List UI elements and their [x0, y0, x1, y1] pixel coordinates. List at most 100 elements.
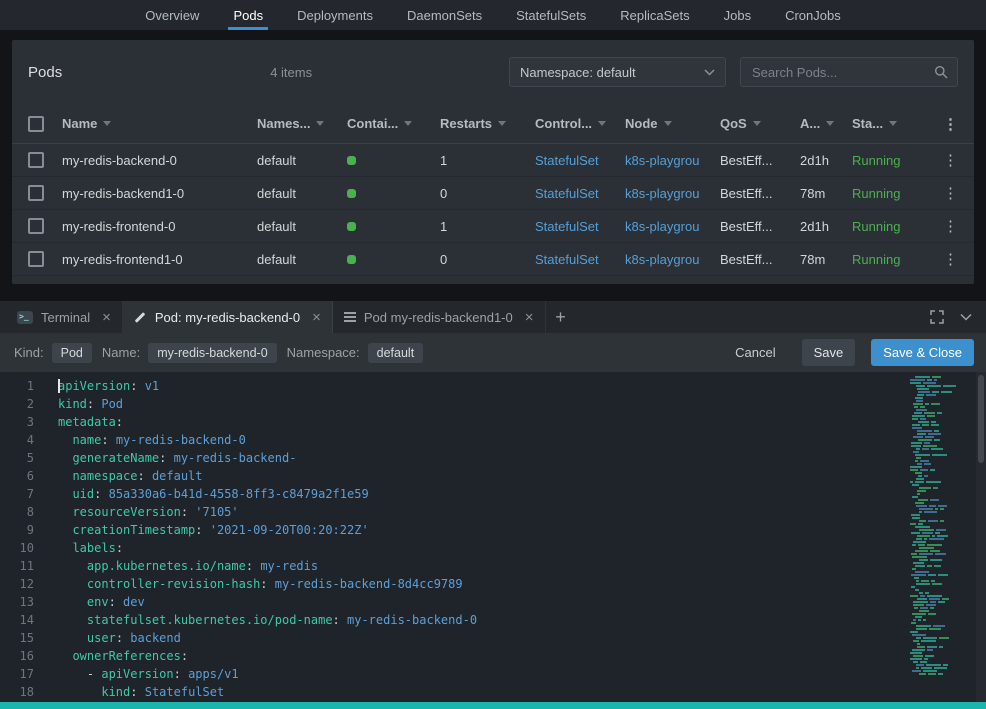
table-row[interactable]: my-redis-backend-0 default 1 StatefulSet…	[12, 144, 974, 177]
node-link[interactable]: k8s-playgrou	[625, 252, 720, 267]
column-header-name[interactable]: Name	[62, 116, 257, 131]
row-menu-button[interactable]: ⋮	[934, 151, 958, 169]
save-button[interactable]: Save	[801, 339, 856, 366]
kind-value-badge: Pod	[51, 342, 92, 363]
table-menu-button[interactable]: ⋮	[934, 115, 958, 133]
pod-namespace: default	[257, 185, 297, 201]
row-checkbox[interactable]	[28, 185, 44, 201]
line-number: 15	[19, 631, 34, 645]
table-header: Name Names... Contai... Restarts Control…	[12, 104, 974, 144]
column-header-status[interactable]: Sta...	[852, 116, 934, 131]
column-header-qos[interactable]: QoS	[720, 116, 800, 131]
code-area[interactable]: 1 apiVersion: v1 2 kind: Pod 3 metadata:…	[0, 377, 896, 702]
line-number: 1	[26, 379, 34, 393]
line-content: metadata:	[58, 415, 124, 429]
row-menu-button[interactable]: ⋮	[934, 250, 958, 268]
line-content: user: backend	[86, 631, 181, 645]
pod-restarts: 1	[440, 152, 448, 168]
nav-tab-statefulsets[interactable]: StatefulSets	[499, 0, 603, 30]
line-content: name: my-redis-backend	[34, 701, 260, 702]
controlled-by-link[interactable]: StatefulSet	[535, 186, 625, 201]
column-header-cont[interactable]: Contai...	[347, 116, 440, 131]
new-tab-button[interactable]: +	[546, 301, 576, 333]
container-status-dot	[347, 155, 356, 165]
line-number: 13	[19, 595, 34, 609]
row-menu-button[interactable]: ⋮	[934, 184, 958, 202]
table-row[interactable]: my-redis-frontend1-0 default 0 StatefulS…	[12, 243, 974, 276]
code-line: 6 namespace: default	[0, 467, 896, 485]
line-number: 18	[19, 685, 34, 699]
code-line: 8 resourceVersion: '7105'	[0, 503, 896, 521]
dock-tab[interactable]: Pod: my-redis-backend-0 ×	[122, 301, 333, 333]
yaml-editor[interactable]: 1 apiVersion: v1 2 kind: Pod 3 metadata:…	[0, 372, 986, 702]
nav-tab-daemonsets[interactable]: DaemonSets	[390, 0, 499, 30]
column-header-ctrl[interactable]: Control...	[535, 116, 625, 131]
close-icon[interactable]: ×	[525, 310, 534, 325]
column-header-label: Node	[625, 116, 658, 131]
nav-tab-deployments[interactable]: Deployments	[280, 0, 390, 30]
code-line: 7 uid: 85a330a6-b41d-4558-8ff3-c8479a2f1…	[0, 485, 896, 503]
row-menu-button[interactable]: ⋮	[934, 217, 958, 235]
fullscreen-button[interactable]	[930, 310, 944, 324]
column-header-age[interactable]: A...	[800, 116, 852, 131]
column-header-ns[interactable]: Names...	[257, 116, 347, 131]
editor-minimap[interactable]	[910, 376, 972, 692]
controlled-by-link[interactable]: StatefulSet	[535, 252, 625, 267]
row-checkbox[interactable]	[28, 218, 44, 234]
nav-tab-overview[interactable]: Overview	[128, 0, 216, 30]
code-line: 13 env: dev	[0, 593, 896, 611]
code-line: 9 creationTimestamp: '2021-09-20T00:20:2…	[0, 521, 896, 539]
editor-scrollbar[interactable]	[976, 372, 986, 702]
controlled-by-link[interactable]: StatefulSet	[535, 153, 625, 168]
line-number: 7	[26, 487, 34, 501]
sort-caret-icon	[404, 121, 413, 126]
kind-label: Kind:	[14, 345, 44, 360]
search-icon	[935, 66, 948, 79]
column-header-rst[interactable]: Restarts	[440, 116, 535, 131]
cancel-button[interactable]: Cancel	[723, 339, 787, 366]
pod-qos: BestEff...	[720, 251, 773, 267]
search-input[interactable]	[750, 63, 934, 81]
scrollbar-thumb[interactable]	[978, 375, 984, 463]
nav-tab-jobs[interactable]: Jobs	[707, 0, 768, 30]
line-content: - apiVersion: apps/v1	[58, 667, 239, 681]
table-row[interactable]: my-redis-backend1-0 default 0 StatefulSe…	[12, 177, 974, 210]
row-checkbox[interactable]	[28, 251, 44, 267]
dock-tab[interactable]: Pod my-redis-backend1-0 ×	[333, 301, 546, 333]
line-content: apiVersion: v1	[58, 379, 160, 393]
edit-icon	[134, 311, 147, 324]
line-number: 6	[26, 469, 34, 483]
nav-tab-label: StatefulSets	[516, 7, 587, 23]
close-icon[interactable]: ×	[102, 310, 111, 325]
column-header-label: Name	[62, 116, 98, 131]
line-number: 11	[19, 559, 34, 573]
nav-tab-label: Deployments	[297, 7, 373, 23]
save-close-button[interactable]: Save & Close	[871, 339, 974, 366]
column-header-node[interactable]: Node	[625, 116, 720, 131]
code-line: 16 ownerReferences:	[0, 647, 896, 665]
nav-tab-cronjobs[interactable]: CronJobs	[768, 0, 858, 30]
namespace-filter-select[interactable]: Namespace: default	[509, 57, 726, 87]
fullscreen-icon	[930, 310, 944, 324]
nav-tab-pods[interactable]: Pods	[216, 0, 280, 30]
line-number: 19	[0, 701, 34, 702]
pod-name: my-redis-frontend1-0	[62, 251, 183, 267]
collapse-dock-button[interactable]	[960, 313, 972, 321]
controlled-by-link[interactable]: StatefulSet	[535, 219, 625, 234]
node-link[interactable]: k8s-playgrou	[625, 219, 720, 234]
search-box	[740, 57, 958, 87]
chevron-down-icon	[704, 68, 715, 76]
row-checkbox[interactable]	[28, 152, 44, 168]
table-row[interactable]: my-redis-frontend-0 default 1 StatefulSe…	[12, 210, 974, 243]
select-all-checkbox[interactable]	[28, 115, 44, 132]
node-link[interactable]: k8s-playgrou	[625, 153, 720, 168]
pod-age: 78m	[800, 251, 826, 267]
pod-namespace: default	[257, 218, 297, 234]
node-link[interactable]: k8s-playgrou	[625, 186, 720, 201]
nav-tab-replicasets[interactable]: ReplicaSets	[603, 0, 706, 30]
sort-caret-icon	[889, 121, 898, 126]
line-number: 12	[19, 577, 34, 591]
pod-status: Running	[852, 251, 901, 267]
dock-tab[interactable]: Terminal ×	[6, 301, 123, 333]
close-icon[interactable]: ×	[312, 310, 321, 325]
